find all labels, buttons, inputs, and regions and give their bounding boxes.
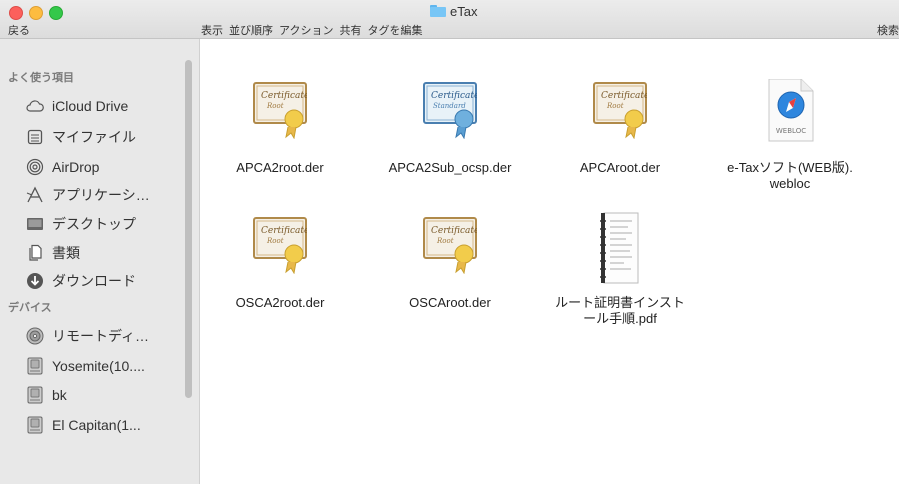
certificate-root-icon: Certificate Root xyxy=(253,79,309,140)
sidebar-item-label: マイファイル xyxy=(52,129,136,145)
file-name: ルート証明書インストール手順.pdf xyxy=(555,295,685,326)
svg-text:Certificate: Certificate xyxy=(601,91,647,101)
svg-text:Standard: Standard xyxy=(433,102,466,110)
sidebar-item-el-capitan[interactable]: El Capitan(1... xyxy=(26,414,184,436)
sidebar-item-label: iCloud Drive xyxy=(52,98,129,114)
arrange-button[interactable]: 並び順序 xyxy=(229,22,273,38)
file-item-etax-webloc[interactable]: WEBLOC e-Taxソフト(WEB版).webloc xyxy=(725,78,855,199)
all-files-icon xyxy=(26,128,44,146)
back-button[interactable]: 戻る xyxy=(8,22,30,38)
sidebar-item-label: Yosemite(10.... xyxy=(52,358,145,374)
sidebar-item-label: El Capitan(1... xyxy=(52,417,141,433)
cloud-icon xyxy=(26,97,44,115)
disk-icon xyxy=(26,386,44,404)
minimize-window-button[interactable] xyxy=(29,6,43,20)
file-item-apcaroot[interactable]: Certificate Root APCAroot.der xyxy=(555,79,685,199)
sidebar-item-my-files[interactable]: マイファイル xyxy=(26,126,184,148)
airdrop-icon xyxy=(26,158,44,176)
view-button[interactable]: 表示 xyxy=(201,22,223,38)
file-item-root-cert-install-pdf[interactable]: ルート証明書インストール手順.pdf xyxy=(555,209,685,334)
documents-icon xyxy=(26,244,44,262)
sidebar-item-remote-disc[interactable]: リモートディ… xyxy=(26,325,184,347)
sidebar-item-label: デスクトップ xyxy=(52,216,136,232)
certificate-root-icon: Certificate Root xyxy=(593,79,649,140)
sidebar-item-label: 書類 xyxy=(52,245,80,261)
pdf-document-icon xyxy=(598,209,642,289)
close-window-button[interactable] xyxy=(9,6,23,20)
svg-text:Root: Root xyxy=(436,237,454,245)
sidebar-item-label: bk xyxy=(52,387,67,403)
desktop-icon xyxy=(26,215,44,233)
svg-text:Certificate: Certificate xyxy=(261,91,307,101)
svg-text:Root: Root xyxy=(266,102,284,110)
file-name: APCAroot.der xyxy=(579,160,661,175)
svg-text:Certificate: Certificate xyxy=(431,226,477,236)
favorites-header: よく使う項目 xyxy=(8,72,74,84)
sidebar-item-desktop[interactable]: デスクトップ xyxy=(26,213,184,235)
file-name: APCA2root.der xyxy=(236,160,324,175)
zoom-window-button[interactable] xyxy=(49,6,63,20)
file-item-oscaroot[interactable]: Certificate Root OSCAroot.der xyxy=(385,214,515,334)
disk-icon xyxy=(26,416,44,434)
downloads-icon xyxy=(26,272,44,290)
sidebar-item-airdrop[interactable]: AirDrop xyxy=(26,156,184,178)
svg-text:Root: Root xyxy=(606,102,624,110)
sidebar-item-label: AirDrop xyxy=(52,159,100,175)
share-button[interactable]: 共有 xyxy=(339,22,361,38)
webloc-icon: WEBLOC xyxy=(763,78,817,142)
sidebar: よく使う項目 iCloud Drive マイファイル AirDrop アプリケー… xyxy=(0,39,200,484)
window-toolbar: eTax 戻る 表示 並び順序 アクション 共有 タグを編集 検索 xyxy=(0,0,899,39)
devices-header: デバイス xyxy=(8,302,52,314)
action-button[interactable]: アクション xyxy=(279,22,333,38)
search-button[interactable]: 検索 xyxy=(877,22,899,38)
file-name: APCA2Sub_ocsp.der xyxy=(388,160,512,175)
sidebar-item-icloud-drive[interactable]: iCloud Drive xyxy=(26,95,184,117)
sidebar-item-applications[interactable]: アプリケーシ… xyxy=(26,184,184,206)
remote-disc-icon xyxy=(26,327,44,345)
file-name: e-Taxソフト(WEB版).webloc xyxy=(727,160,853,191)
svg-text:WEBLOC: WEBLOC xyxy=(776,127,806,135)
sidebar-item-bk[interactable]: bk xyxy=(26,384,184,406)
folder-icon xyxy=(430,5,446,17)
certificate-root-icon: Certificate Root xyxy=(253,214,309,275)
sidebar-item-label: アプリケーシ… xyxy=(52,187,150,203)
file-item-osca2root[interactable]: Certificate Root OSCA2root.der xyxy=(215,214,345,334)
window-title: eTax xyxy=(430,2,477,20)
edit-tags-button[interactable]: タグを編集 xyxy=(367,22,422,38)
disk-icon xyxy=(26,357,44,375)
window-title-text: eTax xyxy=(450,3,478,19)
file-grid: Certificate Root APCA2root.der Certificat… xyxy=(200,39,899,484)
sidebar-item-label: リモートディ… xyxy=(52,328,150,344)
toolbar-menu: 表示 並び順序 アクション 共有 タグを編集 xyxy=(201,22,422,38)
svg-text:Root: Root xyxy=(266,237,284,245)
applications-icon xyxy=(26,186,44,204)
svg-text:Certificate: Certificate xyxy=(261,226,307,236)
file-name: OSCA2root.der xyxy=(235,295,325,310)
sidebar-item-label: ダウンロード xyxy=(52,273,136,289)
file-item-apca2root[interactable]: Certificate Root APCA2root.der xyxy=(215,79,345,199)
certificate-standard-icon: Certificate Standard xyxy=(423,79,479,140)
sidebar-item-yosemite[interactable]: Yosemite(10.... xyxy=(26,355,184,377)
sidebar-item-downloads[interactable]: ダウンロード xyxy=(26,270,184,292)
file-name: OSCAroot.der xyxy=(409,295,491,310)
sidebar-item-documents[interactable]: 書類 xyxy=(26,242,184,264)
svg-text:Certificate: Certificate xyxy=(431,91,477,101)
sidebar-scrollbar[interactable] xyxy=(185,60,192,398)
file-item-apca2sub-ocsp[interactable]: Certificate Standard APCA2Sub_ocsp.der xyxy=(385,79,515,199)
certificate-root-icon: Certificate Root xyxy=(423,214,479,275)
